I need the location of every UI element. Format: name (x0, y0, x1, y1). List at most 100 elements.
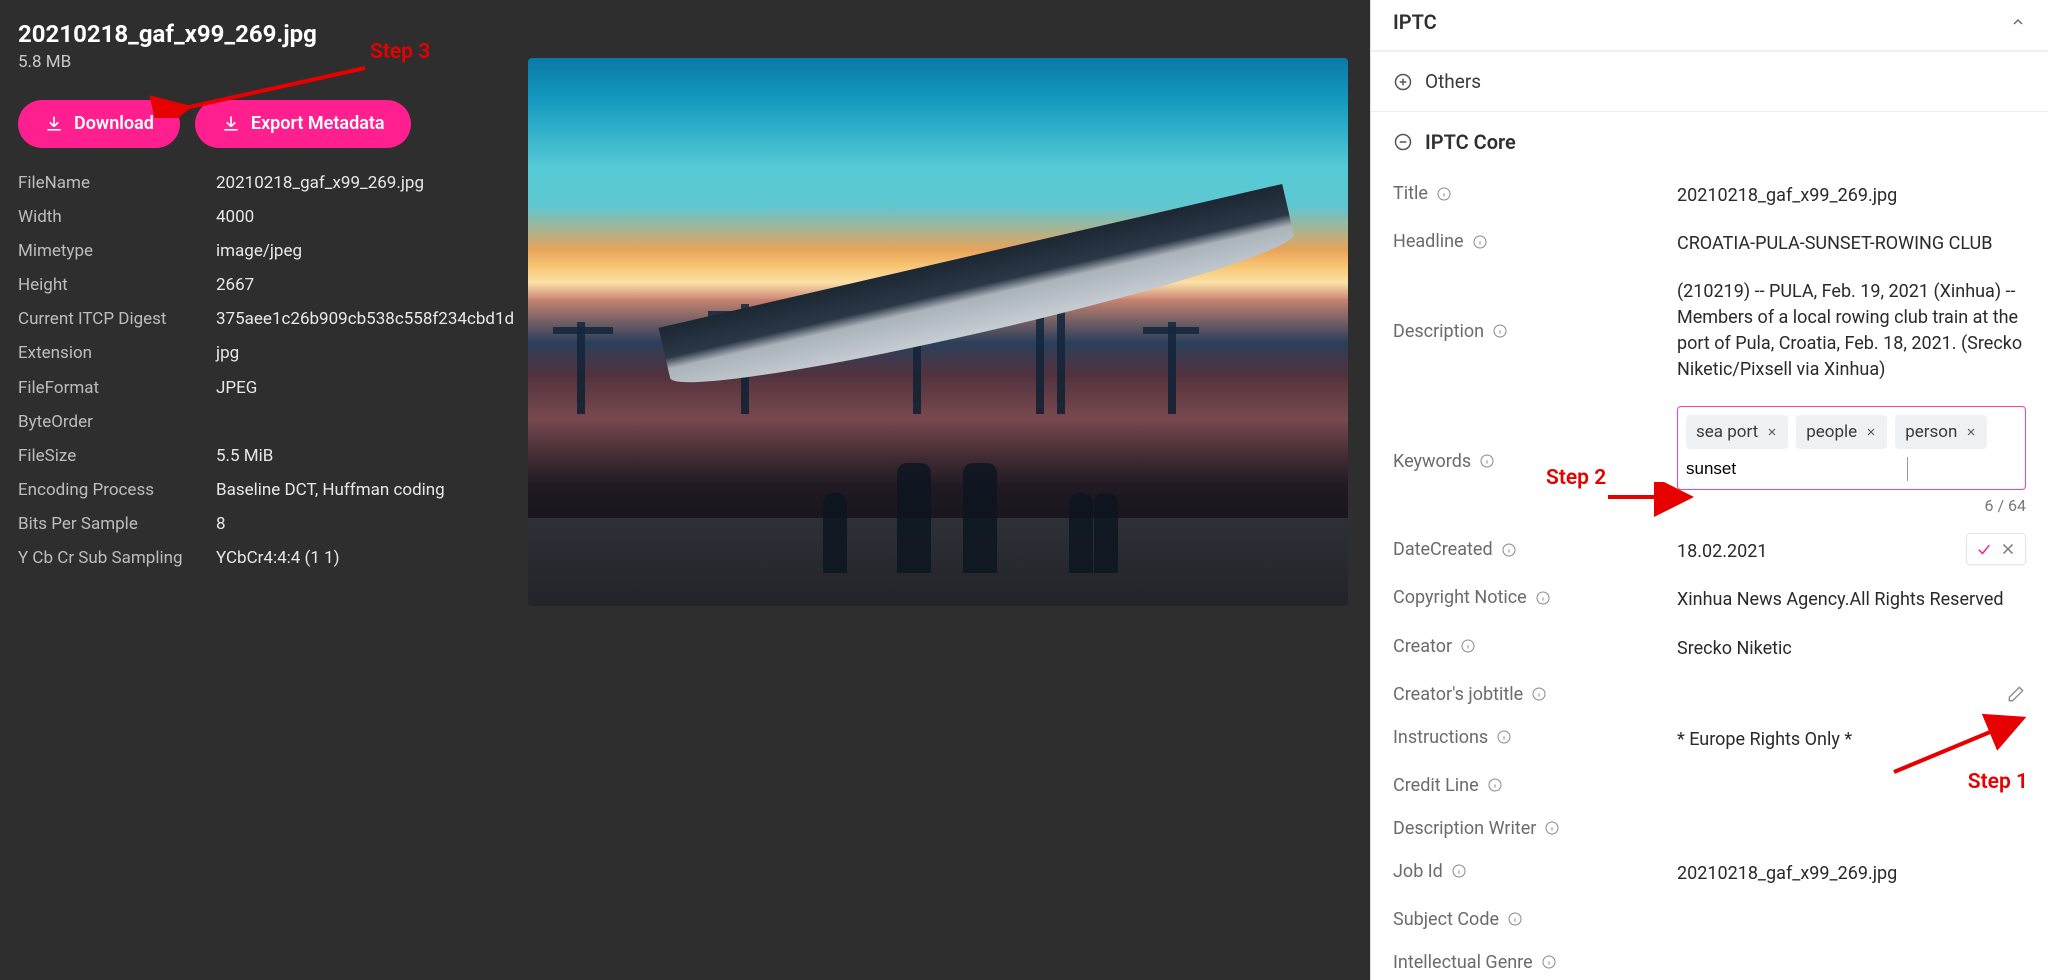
info-icon[interactable] (1451, 863, 1467, 879)
field-intellectualgenre: Intellectual Genre (1393, 941, 2026, 980)
download-icon (44, 114, 64, 134)
meta-value: image/jpeg (216, 240, 528, 262)
field-description: Description (210219) -- PULA, Feb. 19, 2… (1393, 268, 2026, 394)
info-icon[interactable] (1501, 542, 1517, 558)
field-label-text: Headline (1393, 231, 1464, 252)
meta-label: Extension (18, 342, 210, 364)
meta-value: 20210218_gaf_x99_269.jpg (216, 172, 528, 194)
field-value-text[interactable]: 20210218_gaf_x99_269.jpg (1677, 861, 2026, 887)
export-icon (221, 114, 241, 134)
left-panel: 20210218_gaf_x99_269.jpg 5.8 MB Download… (0, 0, 1370, 980)
field-label-text: Intellectual Genre (1393, 952, 1533, 973)
cancel-icon[interactable] (1999, 540, 2017, 558)
meta-value: Baseline DCT, Huffman coding (216, 479, 528, 501)
others-row[interactable]: Others (1371, 51, 2048, 112)
export-metadata-button-label: Export Metadata (251, 115, 385, 133)
info-icon[interactable] (1531, 686, 1547, 702)
plus-circle-icon (1393, 72, 1413, 92)
download-button[interactable]: Download (18, 100, 180, 148)
chevron-up-icon (2010, 14, 2026, 30)
field-value-text[interactable]: * Europe Rights Only * (1677, 727, 2026, 753)
meta-label: FileName (18, 172, 210, 194)
info-icon[interactable] (1507, 911, 1523, 927)
remove-tag-icon[interactable] (1766, 426, 1778, 438)
field-label-text: Description Writer (1393, 818, 1536, 839)
info-icon[interactable] (1541, 954, 1557, 970)
image-preview[interactable] (528, 58, 1348, 606)
field-title: Title 20210218_gaf_x99_269.jpg (1393, 172, 2026, 220)
action-button-row: Download Export Metadata (18, 100, 528, 148)
metadata-column: 20210218_gaf_x99_269.jpg 5.8 MB Download… (18, 20, 528, 960)
file-title: 20210218_gaf_x99_269.jpg (18, 20, 528, 48)
info-icon[interactable] (1487, 777, 1503, 793)
meta-value: JPEG (216, 377, 528, 399)
info-icon[interactable] (1496, 729, 1512, 745)
field-value-text[interactable]: (210219) -- PULA, Feb. 19, 2021 (Xinhua)… (1677, 279, 2026, 383)
info-icon[interactable] (1472, 234, 1488, 250)
field-value-text[interactable]: CROATIA-PULA-SUNSET-ROWING CLUB (1677, 231, 2026, 257)
file-size: 5.8 MB (18, 52, 528, 72)
field-label-text: DateCreated (1393, 539, 1493, 560)
field-datecreated: DateCreated 18.02.2021 (1393, 528, 2026, 576)
meta-label: Encoding Process (18, 479, 210, 501)
image-preview-column (528, 20, 1358, 960)
field-value-text[interactable]: 18.02.2021 (1677, 539, 2026, 565)
iptc-core-title: IPTC Core (1425, 130, 1516, 154)
iptc-core-body: Title 20210218_gaf_x99_269.jpg Headline … (1371, 164, 2048, 980)
meta-value: 375aee1c26b909cb538c558f234cbd1d (216, 308, 528, 330)
keyword-tag[interactable]: people (1796, 415, 1887, 450)
others-label: Others (1425, 70, 1481, 93)
field-label-text: Job Id (1393, 861, 1443, 882)
field-creditline: Credit Line (1393, 764, 2026, 807)
field-label-text: Title (1393, 183, 1428, 204)
meta-label: Height (18, 274, 210, 296)
field-creator-jobtitle: Creator's jobtitle (1393, 673, 2026, 716)
field-description-writer: Description Writer (1393, 807, 2026, 850)
meta-label: ByteOrder (18, 411, 210, 433)
info-icon[interactable] (1479, 453, 1495, 469)
remove-tag-icon[interactable] (1965, 426, 1977, 438)
meta-label: FileFormat (18, 377, 210, 399)
keywords-editor[interactable]: sea port people person (1677, 406, 2026, 491)
field-label-text: Creator (1393, 636, 1452, 657)
minus-circle-icon (1393, 132, 1413, 152)
confirm-icon[interactable] (1975, 540, 1993, 558)
meta-label: FileSize (18, 445, 210, 467)
keyword-tag[interactable]: person (1895, 415, 1987, 450)
meta-value: 2667 (216, 274, 528, 296)
info-icon[interactable] (1492, 323, 1508, 339)
field-headline: Headline CROATIA-PULA-SUNSET-ROWING CLUB (1393, 220, 2026, 268)
keyword-tag[interactable]: sea port (1686, 415, 1788, 450)
field-label-text: Keywords (1393, 451, 1471, 472)
edit-icon[interactable] (2006, 684, 2026, 704)
field-instructions: Instructions * Europe Rights Only * (1393, 716, 2026, 764)
field-label-text: Creator's jobtitle (1393, 684, 1523, 705)
info-icon[interactable] (1436, 186, 1452, 202)
meta-value (216, 411, 528, 433)
meta-label: Mimetype (18, 240, 210, 262)
export-metadata-button[interactable]: Export Metadata (195, 100, 411, 148)
meta-value: 8 (216, 513, 528, 535)
field-value-text[interactable]: 20210218_gaf_x99_269.jpg (1677, 183, 2026, 209)
info-icon[interactable] (1544, 820, 1560, 836)
iptc-section-title: IPTC (1393, 10, 1437, 34)
meta-label: Width (18, 206, 210, 228)
field-jobid: Job Id 20210218_gaf_x99_269.jpg (1393, 850, 2026, 898)
meta-value: 5.5 MiB (216, 445, 528, 467)
iptc-section-header[interactable]: IPTC (1371, 0, 2048, 51)
field-value-text[interactable]: Xinhua News Agency.All Rights Reserved (1677, 587, 2026, 613)
meta-value: jpg (216, 342, 528, 364)
field-subjectcode: Subject Code (1393, 898, 2026, 941)
field-label-text: Instructions (1393, 727, 1488, 748)
iptc-core-header[interactable]: IPTC Core (1371, 112, 2048, 164)
meta-value: YCbCr4:4:4 (1 1) (216, 547, 528, 569)
field-value-text[interactable]: Srecko Niketic (1677, 636, 2026, 662)
field-label-text: Copyright Notice (1393, 587, 1527, 608)
info-icon[interactable] (1460, 638, 1476, 654)
meta-label: Y Cb Cr Sub Sampling (18, 547, 210, 569)
remove-tag-icon[interactable] (1865, 426, 1877, 438)
info-icon[interactable] (1535, 590, 1551, 606)
download-button-label: Download (74, 115, 154, 133)
keyword-input[interactable] (1686, 457, 1908, 481)
meta-value: 4000 (216, 206, 528, 228)
